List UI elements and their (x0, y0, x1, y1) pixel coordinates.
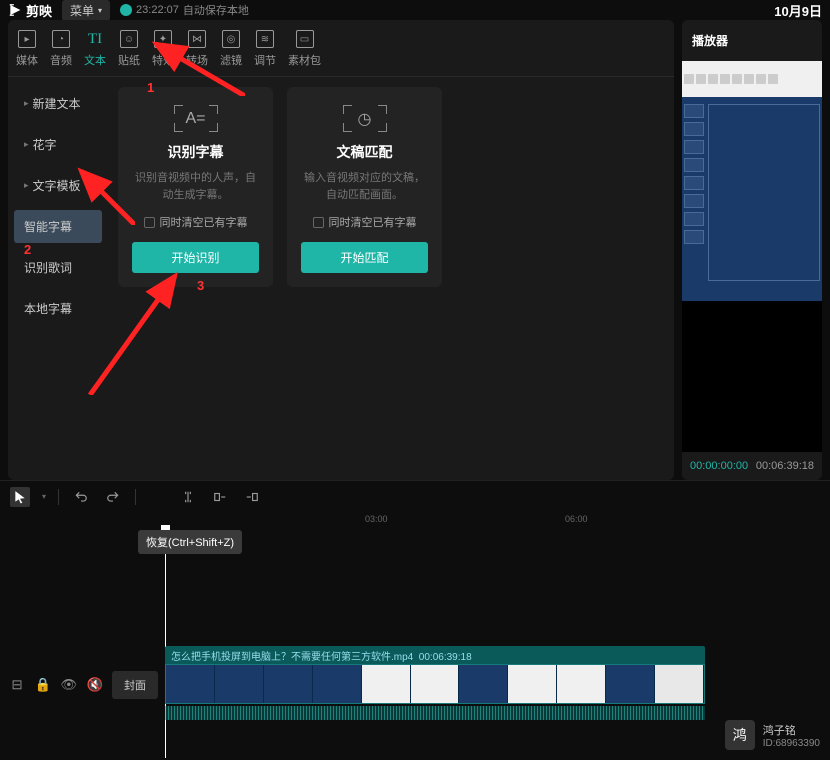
script-match-card: ◷ 文稿匹配 输入音视频对应的文稿，自动匹配画面。 同时清空已有字幕 开始匹配 (287, 87, 442, 287)
timeline[interactable]: 恢复(Ctrl+Shift+Z) ⊟ 🔒 👁 🔇 封面 怎么把手机投屏到电脑上？… (0, 528, 830, 758)
delete-right-tool[interactable] (242, 487, 262, 507)
visibility-button[interactable]: 👁 (60, 676, 78, 694)
date-label: 10月9日 (774, 1, 822, 20)
tab-audio[interactable]: ◔音频 (50, 30, 72, 68)
subtitle-recognition-card: A= 识别字幕 识别音视频中的人声，自动生成字幕。 同时清空已有字幕 开始识别 (118, 87, 273, 287)
sidebar-recognize-lyrics[interactable]: 识别歌词 (14, 251, 102, 284)
start-match-button[interactable]: 开始匹配 (301, 242, 428, 273)
autosave-status: 23:22:07 自动保存本地 (120, 2, 249, 18)
text-sidebar: ▸新建文本 ▸花字 ▸文字模板 智能字幕 识别歌词 本地字幕 (8, 77, 108, 480)
track-toggle-button[interactable]: ⊟ (8, 676, 26, 694)
sidebar-fancy-text[interactable]: ▸花字 (14, 128, 102, 161)
redo-button[interactable] (103, 487, 123, 507)
duration-time: 00:06:39:18 (756, 460, 814, 472)
clear-subtitles-checkbox[interactable]: 同时清空已有字幕 (144, 214, 248, 230)
app-logo: 剪映 (8, 1, 52, 20)
save-indicator-icon (120, 4, 132, 16)
clip-label[interactable]: 怎么把手机投屏到电脑上？不需要任何第三方软件.mp4 00:06:39:18 (165, 646, 705, 664)
playhead[interactable] (165, 528, 166, 758)
tab-sticker[interactable]: ☺贴纸 (118, 30, 140, 68)
card-desc: 输入音视频对应的文稿，自动匹配画面。 (301, 170, 428, 204)
start-recognition-button[interactable]: 开始识别 (132, 242, 259, 273)
tab-media[interactable]: ▸媒体 (16, 30, 38, 68)
watermark-id: ID:68963390 (763, 738, 820, 749)
tab-transition[interactable]: ⋈转场 (186, 30, 208, 68)
mute-button[interactable]: 🔇 (86, 676, 104, 694)
watermark-icon: 鸿 (725, 720, 755, 750)
watermark: 鸿 鸿子铭 ID:68963390 (725, 720, 820, 750)
undo-button[interactable] (71, 487, 91, 507)
clear-subtitles-checkbox-2[interactable]: 同时清空已有字幕 (313, 214, 417, 230)
player-preview[interactable] (682, 61, 822, 452)
card-desc: 识别音视频中的人声，自动生成字幕。 (132, 170, 259, 204)
split-tool[interactable] (178, 487, 198, 507)
select-tool[interactable] (10, 487, 30, 507)
delete-left-tool[interactable] (210, 487, 230, 507)
audio-waveform[interactable] (165, 706, 705, 720)
cover-button[interactable]: 封面 (112, 671, 158, 699)
watermark-name: 鸿子铭 (763, 722, 820, 738)
script-match-icon: ◷ (343, 105, 387, 132)
redo-tooltip: 恢复(Ctrl+Shift+Z) (138, 530, 242, 554)
tab-effects[interactable]: ✦特效 (152, 30, 174, 68)
tab-filter[interactable]: ◎滤镜 (220, 30, 242, 68)
card-title: 识别字幕 (168, 142, 224, 162)
current-time: 00:00:00:00 (690, 460, 748, 472)
timeline-ruler[interactable]: 03:00 06:00 (0, 512, 830, 528)
subtitle-icon: A= (174, 105, 218, 132)
tab-text[interactable]: TI文本 (84, 30, 106, 68)
player-title: 播放器 (682, 20, 822, 61)
sidebar-new-text[interactable]: ▸新建文本 (14, 87, 102, 120)
sidebar-local-subtitle[interactable]: 本地字幕 (14, 292, 102, 325)
card-title: 文稿匹配 (337, 142, 393, 162)
tab-adjust[interactable]: ≋调节 (254, 30, 276, 68)
lock-track-button[interactable]: 🔒 (34, 676, 52, 694)
sidebar-text-template[interactable]: ▸文字模板 (14, 169, 102, 202)
top-tab-nav: ▸媒体 ◔音频 TI文本 ☺贴纸 ✦特效 ⋈转场 ◎滤镜 ≋调节 ▭素材包 (8, 20, 674, 77)
menu-dropdown[interactable]: 菜单▾ (62, 0, 110, 21)
video-clip[interactable] (165, 664, 705, 704)
sidebar-smart-subtitle[interactable]: 智能字幕 (14, 210, 102, 243)
tab-material[interactable]: ▭素材包 (288, 30, 321, 68)
